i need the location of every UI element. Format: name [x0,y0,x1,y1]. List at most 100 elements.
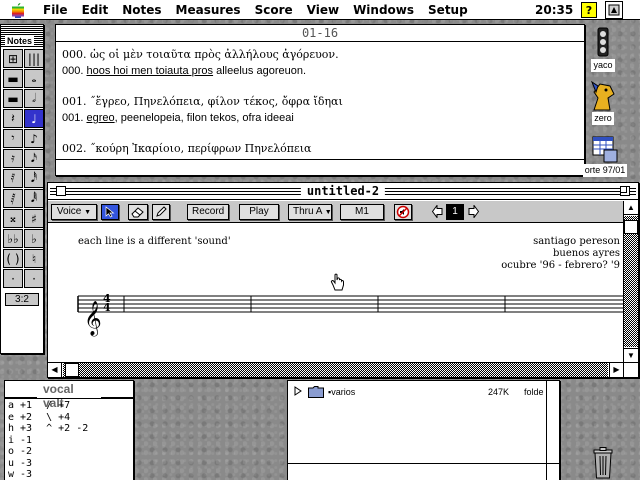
menu-clock[interactable]: 20:35 [535,0,573,20]
score-horizontal-scrollbar[interactable]: ◀ ▶ [48,362,623,377]
palette-tool-20-icon[interactable]: ( ) [3,249,23,268]
palette-tool-1-icon[interactable]: ||| [24,49,44,68]
treble-clef-icon: 𝄞 [84,301,102,337]
zoom-box-icon[interactable] [620,186,630,196]
text-line-gap [62,79,578,94]
page-number: 1 [446,204,464,220]
scroll-right-arrow-icon[interactable]: ▶ [609,363,623,377]
line-segment-suffix: alleelus agoreuon. [213,65,307,77]
staff-lines [78,295,624,313]
palette-tool-16-icon[interactable]: 𝄪 [3,209,23,228]
palette-tool-19-icon[interactable]: ♭ [24,229,44,248]
greek-line[interactable]: 001. ˝ἔγρεο, Πηνελόπεια, φίλον τέκος, ὄφ… [62,94,578,110]
text-window-title: 01-16 [295,26,345,40]
apple-menu-icon[interactable] [0,0,36,20]
next-page-icon[interactable] [468,205,479,218]
folder-icon [308,386,324,398]
grow-box-icon[interactable] [623,362,638,377]
menu-file[interactable]: File [36,0,75,20]
previous-page-icon[interactable] [432,205,443,218]
list-item-size: 247K [488,387,510,397]
palette-tool-12-icon[interactable]: 𝅀 [3,169,23,188]
scroll-track[interactable] [63,363,608,377]
palette-tool-10-icon[interactable]: 𝄿 [3,149,23,168]
help-icon[interactable]: ? [581,2,597,18]
desktop-icon-label: yaco [591,59,615,72]
menu-measures[interactable]: Measures [169,0,248,20]
score-vertical-scrollbar[interactable]: ▲ ▼ [623,201,638,362]
cartoon-dog-icon [590,80,615,111]
trash-icon[interactable] [592,447,614,479]
menu-view[interactable]: View [300,0,346,20]
scroll-up-arrow-icon[interactable]: ▲ [624,201,638,215]
palette-tool-9-icon[interactable]: ♪ [24,129,44,148]
music-staff[interactable]: 𝄞 4 4 [48,224,624,363]
palette-tool-4-icon[interactable]: ▬ [3,89,23,108]
palette-tool-11-icon[interactable]: 𝅘𝅥𝅯 [24,149,44,168]
menu-score[interactable]: Score [248,0,300,20]
greek-line[interactable]: 000. ὡς οἱ μὲν τοιαῦτα πρὸς ἀλλήλους ἀγό… [62,47,578,63]
score-window-title-bar[interactable]: untitled-2 [48,183,638,200]
menu-edit[interactable]: Edit [75,0,116,20]
voice-popup-button[interactable]: Voice ▼ [51,204,97,220]
thru-popup-button[interactable]: Thru A ▼ [288,204,332,220]
text-window: 01-16 000. ὡς οἱ μὲν τοιαῦτα πρὸς ἀλλήλο… [55,24,585,176]
finder-column-divider [546,381,547,480]
vocal-valt-row: w -3 [8,469,33,480]
palette-tool-3-icon[interactable]: 𝅝 [24,69,44,88]
record-button[interactable]: Record [187,204,229,220]
scroll-left-arrow-icon[interactable]: ◀ [48,363,62,377]
menu-notes[interactable]: Notes [115,0,168,20]
palette-tool-6-icon[interactable]: 𝄽 [3,109,23,128]
scroll-thumb[interactable] [624,220,638,234]
palette-tool-18-icon[interactable]: ♭♭ [3,229,23,248]
palette-title-bar[interactable]: Notes [1,25,43,47]
list-item[interactable]: ▪varios 247K folde [288,385,546,401]
transliteration-line[interactable]: 000. hoos hoi men toiauta pros alleelus … [62,63,578,79]
eraser-tool-icon[interactable] [128,204,148,220]
vocal-valt-row: ^ +2 -2 [46,423,89,434]
m1-button[interactable]: M1 [340,204,384,220]
palette-tool-13-icon[interactable]: 𝅘𝅥𝅰 [24,169,44,188]
select-arrow-tool-icon[interactable] [101,204,119,220]
text-window-title-bar[interactable]: 01-16 [56,25,584,42]
palette-tool-7-icon[interactable]: ♩ [24,109,44,128]
menu-bar: File Edit Notes Measures Score View Windows Set… [0,0,640,20]
greek-line[interactable]: 002. ˝κούρη Ἰκαρίοιο, περίφρων Πηνελόπει… [62,141,578,157]
palette-tool-8-icon[interactable]: 𝄾 [3,129,23,148]
vocal-valt-column-2: / +7 \ +4 ^ +2 -2 [46,400,88,480]
palette-tool-0-icon[interactable]: ⊞ [3,49,23,68]
palette-tool-21-icon[interactable]: ♮ [24,249,44,268]
menu-setup[interactable]: Setup [421,0,475,20]
desktop-icon-zero[interactable]: zero [586,80,620,125]
score-page[interactable]: each line is a different 'sound' santiag… [48,224,624,363]
menu-windows[interactable]: Windows [346,0,421,20]
desktop-icon-orte[interactable]: orte 97/01 [574,134,636,177]
palette-tool-15-icon[interactable]: 𝅘𝅥𝅱 [24,189,44,208]
desktop-icon-yaco[interactable]: yaco [588,27,618,72]
pointing-hand-cursor-icon [330,273,346,291]
play-button[interactable]: Play [239,204,279,220]
scroll-thumb[interactable] [65,363,79,377]
palette-tool-2-icon[interactable]: ▬ [3,69,23,88]
vocal-valt-row: \ +4 [46,411,71,423]
scroll-down-arrow-icon[interactable]: ▼ [624,348,638,362]
traffic-light-icon [597,27,609,57]
vocal-valt-title-bar[interactable]: vocal valt [5,381,133,410]
transliteration-line[interactable]: 001. egreo, peenelopeia, filon tekos, of… [62,110,578,126]
application-menu-icon[interactable] [605,1,623,19]
tuplet-ratio[interactable]: 3:2 [5,293,39,306]
palette-tool-14-icon[interactable]: 𝅁 [3,189,23,208]
scroll-track[interactable] [624,216,638,347]
palette-tool-5-icon[interactable]: 𝅗𝅥 [24,89,44,108]
mute-icon[interactable] [394,204,412,220]
text-window-body[interactable]: 000. ὡς οἱ μὲν τοιαῦτα πρὸς ἀλλήλους ἀγό… [56,43,584,175]
close-box-icon[interactable] [56,186,66,196]
palette-tool-17-icon[interactable]: ♯ [24,209,44,228]
disclosure-triangle-icon[interactable] [294,386,302,396]
vocal-valt-row: / +7 [46,400,71,411]
pencil-tool-icon[interactable] [152,204,170,220]
vocal-valt-table: a +1 e +2 h +3 i -1 o -2 u -3 w -3 / +7 \ +4 ^ +… [8,400,88,480]
palette-tool-22-icon[interactable]: · [3,269,23,288]
palette-tool-23-icon[interactable]: · [24,269,44,288]
